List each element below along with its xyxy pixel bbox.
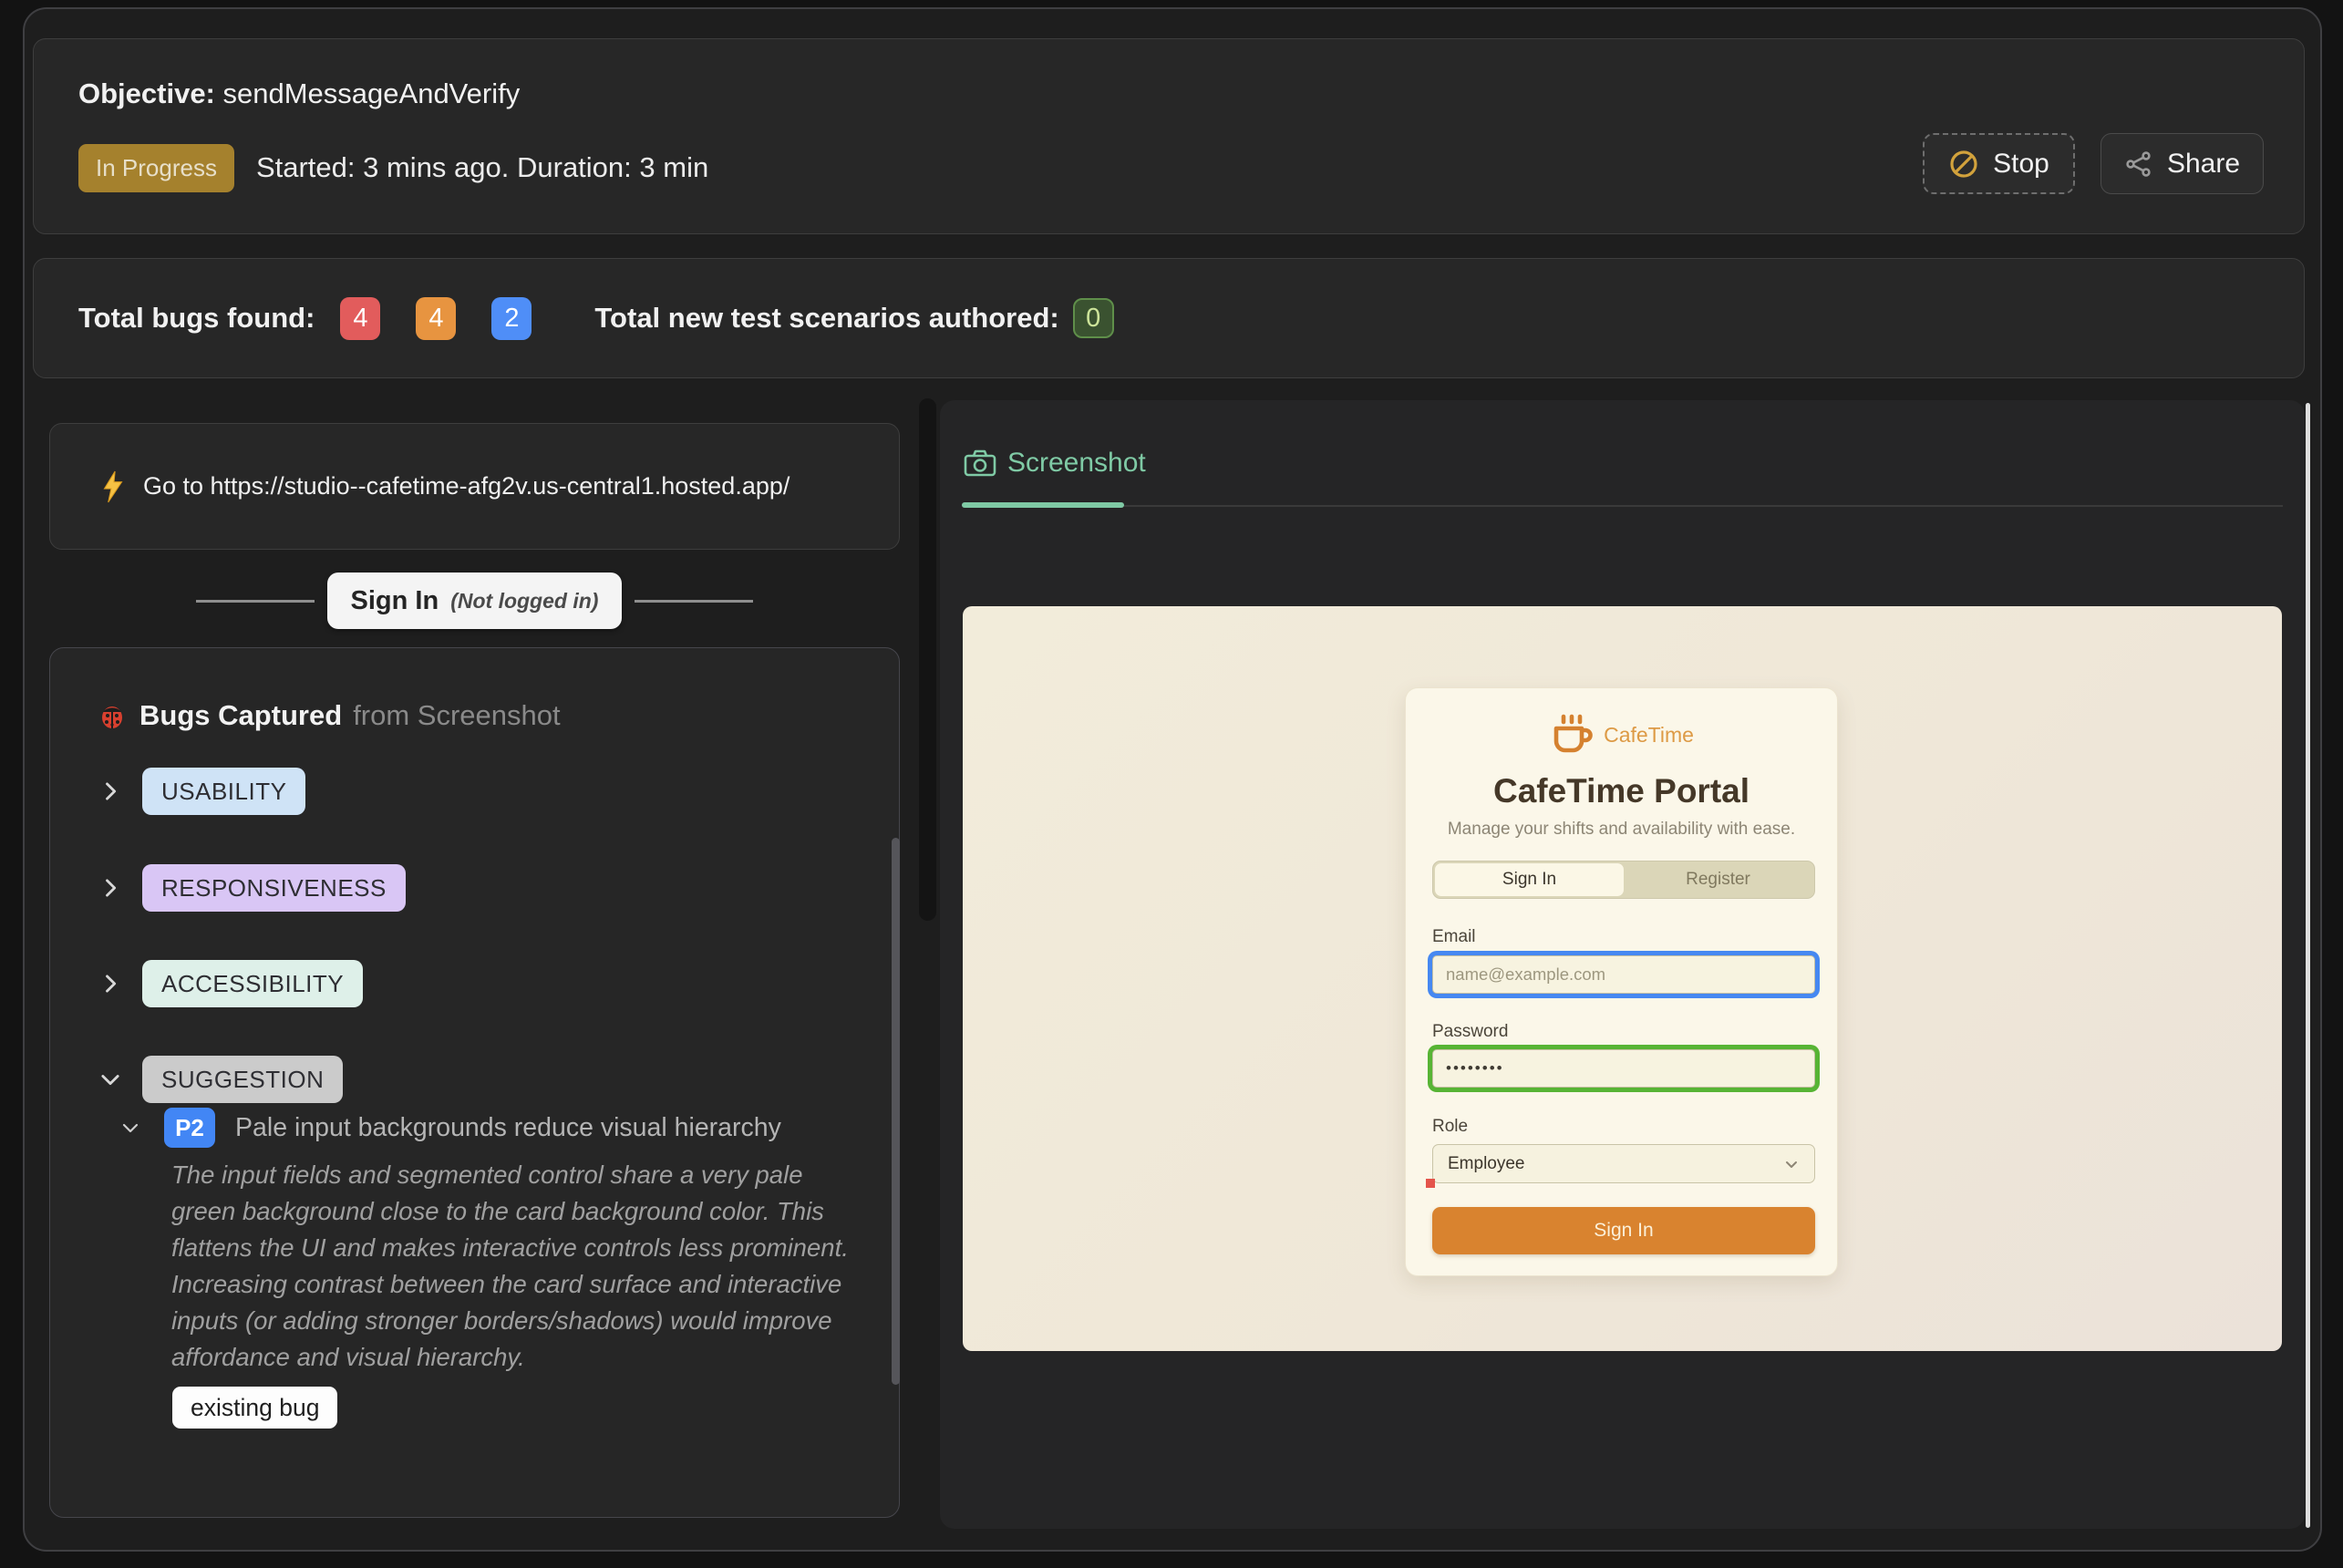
sign-in-submit-button[interactable]: Sign In: [1432, 1207, 1815, 1254]
cafetime-logo: CafeTime: [1406, 712, 1837, 758]
chevron-right-icon: [98, 875, 123, 901]
bug-count-medium-badge: 4: [416, 297, 456, 340]
bug-count-high-badge: 4: [340, 297, 380, 340]
tab-screenshot[interactable]: Screenshot: [964, 448, 1146, 479]
category-chip-usability: USABILITY: [142, 768, 305, 815]
bugs-captured-header: Bugs Captured from Screenshot: [98, 699, 561, 732]
brand-name: CafeTime: [1604, 723, 1694, 748]
bug-title: Pale input backgrounds reduce visual hie…: [235, 1113, 781, 1143]
divider-line-right: [635, 600, 753, 603]
portal-title: CafeTime Portal: [1406, 772, 1837, 810]
cafetime-login-card: CafeTime CafeTime Portal Manage your shi…: [1405, 687, 1838, 1276]
bug-description: The input fields and segmented control s…: [171, 1157, 851, 1376]
panel-scrollbar[interactable]: [2306, 403, 2310, 1528]
email-field[interactable]: [1432, 955, 1815, 994]
share-button[interactable]: Share: [2100, 133, 2264, 194]
chevron-down-icon: [119, 1117, 141, 1139]
ladybug-icon: [98, 701, 127, 730]
stop-button[interactable]: Stop: [1923, 133, 2075, 194]
bugs-card-scrollbar[interactable]: [892, 838, 900, 1385]
bug-count-low-badge: 2: [491, 297, 532, 340]
tab-screenshot-label: Screenshot: [1007, 448, 1146, 479]
bugs-captured-card: Bugs Captured from Screenshot USABILITY …: [49, 647, 900, 1518]
category-row-accessibility[interactable]: ACCESSIBILITY: [50, 960, 899, 1007]
category-chip-responsiveness: RESPONSIVENESS: [142, 864, 406, 912]
objective-label: Objective:: [78, 77, 215, 109]
existing-bug-tag[interactable]: existing bug: [172, 1387, 337, 1429]
goto-step-text: Go to https://studio--cafetime-afg2v.us-…: [143, 472, 790, 500]
active-tab-underline: [962, 502, 1124, 508]
role-label: Role: [1432, 1117, 1468, 1137]
signin-divider: Sign In (Not logged in): [49, 571, 900, 631]
run-timing-text: Started: 3 mins ago. Duration: 3 min: [256, 151, 708, 184]
chevron-right-icon: [98, 779, 123, 804]
tab-sign-in[interactable]: Sign In: [1435, 863, 1624, 896]
scenarios-count-badge: 0: [1073, 298, 1114, 338]
signin-status-pill: Sign In (Not logged in): [327, 573, 623, 629]
screenshot-panel: Screenshot CafeTime CafeTime Portal Mana…: [940, 400, 2305, 1529]
share-button-label: Share: [2167, 149, 2240, 180]
password-field[interactable]: ••••••••: [1432, 1049, 1815, 1088]
coffee-cup-icon: [1549, 712, 1595, 758]
chevron-down-icon: [1783, 1156, 1800, 1172]
scenarios-authored-label: Total new test scenarios authored:: [594, 302, 1058, 335]
category-row-suggestion[interactable]: SUGGESTION: [50, 1056, 899, 1103]
objective-value: sendMessageAndVerify: [223, 77, 521, 109]
bugs-found-label: Total bugs found:: [78, 302, 315, 335]
stop-button-label: Stop: [1993, 149, 2049, 180]
objective-line: Objective: sendMessageAndVerify: [78, 77, 520, 110]
divider-line-left: [196, 600, 315, 603]
goto-step-card[interactable]: Go to https://studio--cafetime-afg2v.us-…: [49, 423, 900, 550]
status-badge: In Progress: [78, 144, 234, 192]
run-header-card: Objective: sendMessageAndVerify In Progr…: [33, 38, 2305, 234]
validation-marker: [1426, 1179, 1435, 1188]
timeline-scrollbar[interactable]: [919, 398, 936, 921]
portal-subtitle: Manage your shifts and availability with…: [1406, 820, 1837, 840]
tab-register[interactable]: Register: [1624, 863, 1812, 896]
chevron-down-icon: [98, 1067, 123, 1092]
password-label: Password: [1432, 1022, 1508, 1042]
share-icon: [2124, 150, 2153, 179]
screenshot-image[interactable]: CafeTime CafeTime Portal Manage your shi…: [963, 606, 2282, 1351]
signin-pill-subtitle: (Not logged in): [450, 589, 598, 614]
bug-item-row[interactable]: P2 Pale input backgrounds reduce visual …: [119, 1108, 781, 1148]
signin-pill-title: Sign In: [351, 586, 439, 616]
stats-bar: Total bugs found: 4 4 2 Total new test s…: [33, 258, 2305, 378]
category-row-responsiveness[interactable]: RESPONSIVENESS: [50, 864, 899, 912]
category-chip-accessibility: ACCESSIBILITY: [142, 960, 363, 1007]
stop-icon: [1948, 149, 1979, 180]
priority-badge: P2: [164, 1108, 215, 1148]
auth-segmented-control: Sign In Register: [1432, 861, 1815, 899]
category-row-usability[interactable]: USABILITY: [50, 768, 899, 815]
bugs-captured-subtitle: from Screenshot: [353, 699, 560, 732]
role-select-value: Employee: [1448, 1154, 1525, 1174]
lightning-icon: [101, 470, 125, 503]
status-row: In Progress Started: 3 mins ago. Duratio…: [78, 145, 708, 191]
category-chip-suggestion: SUGGESTION: [142, 1056, 343, 1103]
camera-icon: [964, 449, 996, 478]
role-select[interactable]: Employee: [1432, 1144, 1815, 1183]
bugs-captured-title: Bugs Captured: [139, 699, 342, 732]
chevron-right-icon: [98, 971, 123, 996]
tab-divider-line: [962, 505, 2283, 507]
email-label: Email: [1432, 927, 1476, 947]
